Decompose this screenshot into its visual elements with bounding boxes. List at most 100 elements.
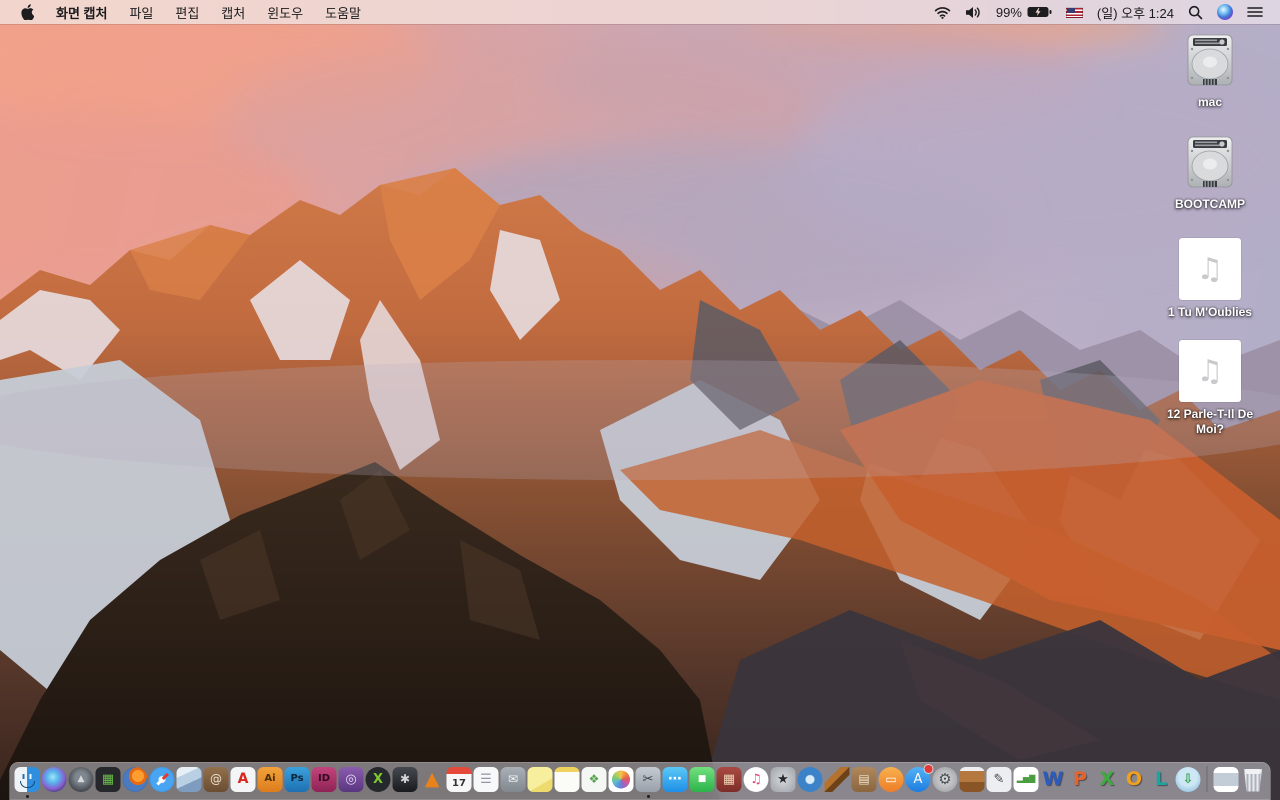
dock-item-siri[interactable] — [41, 766, 67, 792]
dock-item-stickies[interactable] — [527, 766, 553, 792]
dock-app-icon: W — [1042, 767, 1064, 790]
dock-app-icon: O — [1125, 767, 1143, 790]
dock-app-icon: ⇩ — [1175, 766, 1201, 792]
audio-file-icon: ♫ — [1179, 340, 1241, 402]
clock-menu[interactable]: (일) 오후 1:24 — [1090, 0, 1181, 24]
dock-item-vlc[interactable]: ▲ — [420, 767, 445, 792]
dock-item-safari[interactable] — [149, 766, 175, 792]
dock-item-pages[interactable]: ✎ — [986, 766, 1012, 792]
dock-app-icon — [797, 766, 823, 792]
menu-help[interactable]: 도움말 — [314, 0, 372, 24]
dock-app-icon: X — [1099, 767, 1115, 790]
menu-file[interactable]: 파일 — [118, 0, 164, 24]
audio-file-icon: ♫ — [1178, 238, 1241, 300]
dock-item-notes[interactable] — [554, 766, 580, 792]
dock-app-icon — [149, 766, 175, 792]
apple-menu[interactable] — [10, 0, 45, 24]
dock: ▲ ▦ @ A Ai Ps ID ◎ X ✱ ▲ 17 ☰ ✉ ❖ ✂ ⋯ ■ … — [9, 762, 1271, 800]
dock-item-recent-document[interactable] — [1213, 766, 1239, 792]
dock-app-icon — [14, 766, 40, 792]
dock-item-system-preferences[interactable]: ⚙ — [932, 766, 958, 792]
dock-item-mail-archive-app[interactable]: ✉ — [500, 766, 526, 792]
dock-item-acrobat[interactable]: A — [230, 766, 256, 792]
input-source-menu[interactable] — [1059, 0, 1090, 24]
volume-icon — [965, 6, 980, 18]
dock-item-powerpoint[interactable]: P — [1068, 767, 1093, 792]
dock-item-numbers[interactable]: ▂▅▇ — [1013, 766, 1039, 792]
dock-item-ibooks[interactable]: ▭ — [878, 766, 904, 792]
dock-item-scrapbook-kit-app[interactable]: ▤ — [851, 766, 877, 792]
dock-item-photos[interactable] — [608, 766, 634, 792]
dock-app-icon: ✎ — [986, 766, 1012, 792]
dock-item-firefox[interactable] — [122, 766, 148, 792]
dock-item-reminders[interactable]: ☰ — [473, 766, 499, 792]
dock-app-icon: @ — [203, 766, 229, 792]
dock-item-mission-control[interactable]: ▦ — [95, 766, 121, 792]
dock-item-toast[interactable]: ◎ — [338, 766, 364, 792]
dock-item-calendar[interactable]: 17 — [446, 766, 472, 792]
dock-item-trash[interactable] — [1241, 767, 1266, 792]
dock-app-icon: ▲ — [424, 767, 440, 790]
dock-item-lync[interactable]: L — [1149, 767, 1174, 792]
spotlight-menu[interactable] — [1181, 0, 1210, 24]
dock-item-garageband[interactable] — [824, 766, 850, 792]
dock-item-disk-utility-app[interactable]: ✱ — [392, 766, 418, 792]
dock-item-imovie[interactable]: ★ — [770, 766, 796, 792]
dock-item-grab-screen-capture[interactable]: ✂ — [635, 766, 661, 792]
wifi-menu[interactable] — [927, 0, 958, 24]
dock-app-icon: ★ — [770, 766, 796, 792]
battery-percent: 99% — [995, 4, 1022, 20]
desktop-icon-column: mac BOOTCAMP ♫ 1 Tu M'Oublies ♫ 12 Parle… — [1152, 34, 1268, 457]
dock-app-icon: ⋯ — [662, 766, 688, 792]
wifi-icon — [934, 6, 951, 19]
dock-app-icon: ✉ — [500, 766, 526, 792]
dock-item-photoshop[interactable]: Ps — [284, 766, 310, 792]
dock-item-keynote[interactable] — [959, 766, 985, 792]
dock-app-icon — [608, 766, 634, 792]
volume-menu[interactable] — [958, 0, 989, 24]
dock-item-itunes[interactable]: ♫ — [743, 766, 769, 792]
dock-item-app-store[interactable]: A — [905, 764, 933, 792]
dock-item-excel[interactable]: X — [1095, 767, 1120, 792]
dock-item-finder[interactable] — [14, 766, 40, 792]
siri-menu[interactable] — [1210, 0, 1240, 24]
dock-item-launchpad[interactable]: ▲ — [68, 766, 94, 792]
clock-text: (일) 오후 1:24 — [1096, 5, 1174, 21]
dock-item-x-image-app[interactable]: X — [365, 766, 391, 792]
menu-bar: 화면 캡처 파일 편집 캡처 윈도우 도움말 99% (일) 오후 1:24 — [0, 0, 1280, 24]
desktop-icon-bootcamp[interactable]: BOOTCAMP — [1175, 136, 1245, 212]
notification-center-menu[interactable] — [1240, 0, 1270, 24]
active-app-menu[interactable]: 화면 캡처 — [45, 0, 118, 24]
apple-icon — [21, 4, 34, 20]
menu-capture[interactable]: 캡처 — [210, 0, 256, 24]
us-flag-icon — [1065, 6, 1083, 18]
desktop-icon-mac[interactable]: mac — [1181, 34, 1239, 110]
dock-trailing — [1213, 766, 1266, 792]
dock-item-illustrator[interactable]: Ai — [257, 766, 283, 792]
dock-item-facetime[interactable]: ■ — [689, 766, 715, 792]
hard-drive-icon — [1187, 136, 1233, 188]
dock-item-contacts[interactable]: @ — [203, 766, 229, 792]
menu-window[interactable]: 윈도우 — [256, 0, 314, 24]
music-note-icon: ♫ — [1196, 353, 1224, 389]
dock-app-icon: ▦ — [95, 766, 121, 792]
desktop-icon-parle-t-il[interactable]: ♫ 12 Parle-T-Il De Moi? — [1154, 340, 1266, 437]
dock-item-word[interactable]: W — [1041, 767, 1066, 792]
dock-item-photo-booth[interactable]: ▦ — [716, 766, 742, 792]
dock-item-download-manager-app[interactable]: ⇩ — [1175, 766, 1201, 792]
dock-item-document-manager-app[interactable]: ❖ — [581, 766, 607, 792]
menu-edit[interactable]: 편집 — [164, 0, 210, 24]
dock-item-dvd-studio-app[interactable] — [797, 766, 823, 792]
dock-app-icon: ▤ — [851, 766, 877, 792]
dock-item-outlook[interactable]: O — [1122, 767, 1147, 792]
notification-badge — [924, 764, 933, 773]
battery-menu[interactable]: 99% — [989, 0, 1059, 24]
dock-app-icon: ⚙ — [932, 766, 958, 792]
dock-app-icon: ▦ — [716, 766, 742, 792]
dock-item-indesign[interactable]: ID — [311, 766, 337, 792]
desktop-icon-tu-moublies[interactable]: ♫ 1 Tu M'Oublies — [1168, 238, 1252, 320]
dock-item-messages[interactable]: ⋯ — [662, 766, 688, 792]
dock-item-preview[interactable] — [176, 766, 202, 792]
dock-apps: ▲ ▦ @ A Ai Ps ID ◎ X ✱ ▲ 17 ☰ ✉ ❖ ✂ ⋯ ■ … — [14, 764, 1201, 792]
dock-app-icon — [959, 766, 985, 792]
